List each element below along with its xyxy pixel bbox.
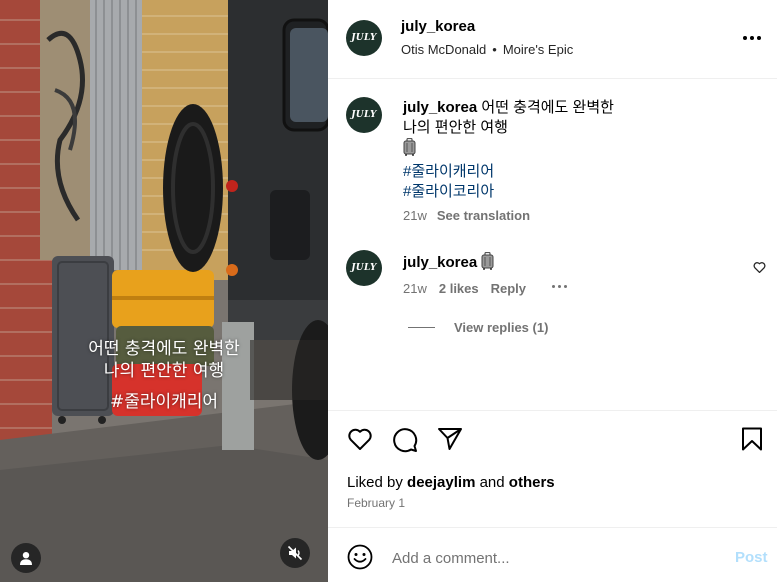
- hashtag-link[interactable]: #줄라이코리아: [403, 182, 763, 202]
- emoji-button[interactable]: [347, 544, 373, 570]
- divider: [328, 410, 777, 411]
- replies-line: [408, 327, 435, 328]
- audio-track-link[interactable]: Moire's Epic: [503, 42, 573, 57]
- video-caption-hashtag: #줄라이캐리어: [109, 392, 219, 412]
- heart-icon: [753, 262, 766, 274]
- more-options-button[interactable]: [740, 28, 764, 48]
- liked-by-prefix: Liked by: [347, 474, 403, 491]
- user-icon: [20, 552, 32, 565]
- mute-button[interactable]: [280, 538, 310, 568]
- caption-line-1: 어떤 충격에도 완벽한: [481, 99, 614, 116]
- see-translation-button[interactable]: See translation: [437, 208, 530, 223]
- caption-meta: 21w See translation: [403, 208, 530, 223]
- audio-artist-link[interactable]: Otis McDonald: [401, 42, 486, 57]
- comment-like-button[interactable]: [753, 260, 766, 278]
- caption: july_korea 어떤 충격에도 완벽한 나의 편안한 여행 #줄라이캐리어…: [403, 98, 763, 202]
- comment-username[interactable]: july_korea: [403, 254, 477, 271]
- comment-time[interactable]: 21w: [403, 281, 427, 296]
- comment-meta: 21w 2 likes Reply: [403, 281, 538, 296]
- comment-options-button[interactable]: [552, 285, 567, 288]
- caption-username[interactable]: july_korea: [403, 99, 477, 116]
- hashtag-link[interactable]: #줄라이캐리어: [403, 162, 763, 182]
- caption-line-2: 나의 편안한 여행: [403, 119, 508, 136]
- liked-by-user-link[interactable]: deejaylim: [407, 474, 475, 491]
- avatar[interactable]: JULY: [346, 20, 382, 56]
- luggage-emoji: [403, 137, 763, 162]
- post-details-panel: JULY july_korea Otis McDonald • Moire's Ep…: [328, 0, 777, 582]
- post-button[interactable]: Post: [735, 549, 768, 566]
- luggage-icon: [403, 137, 416, 156]
- caption-time[interactable]: 21w: [403, 208, 427, 223]
- likes-summary: Liked by deejaylim and others: [347, 474, 555, 491]
- likes-others-link[interactable]: others: [509, 474, 555, 491]
- comment-input[interactable]: [392, 546, 712, 570]
- video-caption-line-1: 어떤 충격에도 완벽한: [88, 339, 240, 359]
- liked-by-and: and: [479, 474, 505, 491]
- audio-info: Otis McDonald • Moire's Epic: [401, 42, 573, 57]
- view-replies-button[interactable]: View replies (1): [408, 320, 548, 335]
- video-caption-line-2: 나의 편안한 여행: [103, 361, 225, 381]
- post-media[interactable]: 어떤 충격에도 완벽한 나의 편안한 여행 #줄라이캐리어: [0, 0, 328, 582]
- muted-speaker-icon: [287, 545, 303, 561]
- divider: [328, 527, 777, 528]
- reply-button[interactable]: Reply: [491, 281, 526, 296]
- separator: •: [492, 42, 497, 57]
- more-icon-dot: [757, 36, 761, 40]
- like-button[interactable]: [347, 427, 373, 451]
- more-icon-dot: [750, 36, 754, 40]
- post-date[interactable]: February 1: [347, 496, 405, 510]
- comment-likes[interactable]: 2 likes: [439, 281, 479, 296]
- tagged-users-button[interactable]: [11, 543, 41, 573]
- author-username[interactable]: july_korea: [401, 18, 475, 35]
- caption-avatar[interactable]: JULY: [346, 97, 382, 133]
- comment-avatar[interactable]: JULY: [346, 250, 382, 286]
- save-button[interactable]: [741, 427, 763, 451]
- video-frame: [0, 0, 328, 582]
- divider: [328, 78, 777, 79]
- view-replies-label: View replies (1): [454, 320, 549, 335]
- comment: july_korea: [403, 251, 494, 273]
- comment-button[interactable]: [392, 427, 418, 453]
- more-icon: [743, 36, 747, 40]
- share-button[interactable]: [437, 427, 463, 451]
- luggage-icon: [481, 251, 494, 270]
